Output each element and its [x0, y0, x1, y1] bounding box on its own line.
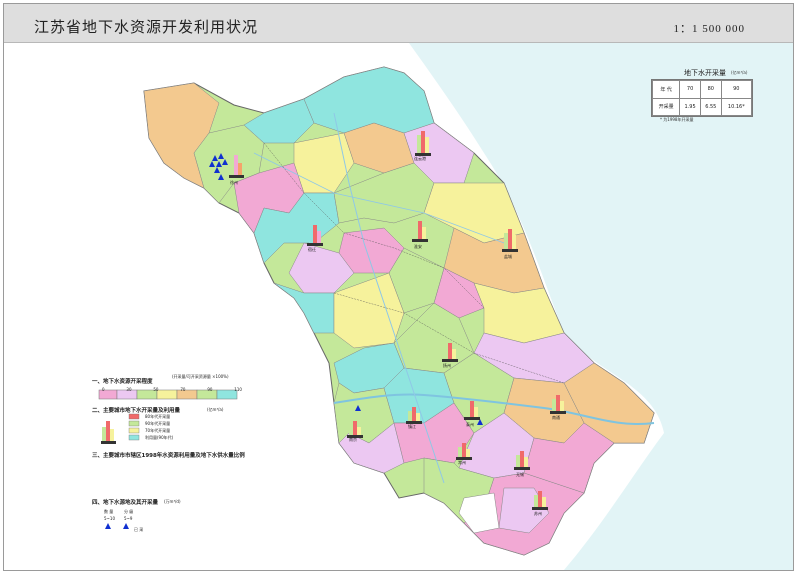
- inset-cell: 70: [679, 80, 701, 99]
- tick: 30: [126, 387, 132, 392]
- city-label: 苏州: [534, 511, 542, 516]
- tick: 50: [153, 387, 159, 392]
- city-label: 南京: [349, 437, 357, 442]
- legend-s2-item: 70年代开采量: [145, 428, 171, 433]
- inset-title: 地下水开采量: [684, 69, 726, 77]
- map-title: 江苏省地下水资源开发利用状况: [34, 18, 259, 36]
- city-label: 镇江: [408, 424, 416, 429]
- inset-note: * 为1998年开采量: [660, 117, 694, 122]
- city-label: 扬州: [443, 363, 451, 368]
- inset-cell: 90: [720, 80, 753, 99]
- city-label: 盐城: [504, 254, 512, 259]
- city-label: 无锡: [516, 472, 524, 477]
- city-label: 徐州: [230, 180, 238, 185]
- legend-s4-col: 分 级: [124, 509, 134, 514]
- inset-cell: 开采量: [651, 97, 681, 116]
- legend-s4-unit: (万m³/d): [164, 499, 181, 504]
- legend-s2-item: 利用量(90年代): [145, 435, 174, 440]
- city-label: 泰州: [466, 422, 474, 427]
- tick: 110: [234, 387, 242, 392]
- city-label: 淮安: [414, 244, 422, 249]
- inset-cell: 10.16*: [720, 97, 753, 116]
- inset-cell: 年 代: [651, 80, 681, 99]
- legend-s1-ticks: 0 30 50 70 90 110: [102, 387, 242, 392]
- legend-s1-title: 一、地下水资源开采程度: [92, 379, 153, 385]
- legend-s2-unit: (亿m³/a): [207, 407, 224, 412]
- inset-cell: 1.95: [679, 97, 701, 116]
- legend-s4-row: 已 采: [134, 527, 144, 532]
- legend-s2-item: 80年代开采量: [145, 414, 171, 419]
- legend-s4-col: 数 量: [104, 509, 114, 514]
- city-label: 常州: [458, 460, 466, 465]
- tick: 0: [102, 387, 105, 392]
- city-label: 南通: [552, 415, 560, 420]
- legend-s4-row: 5~10: [104, 516, 115, 521]
- title-bar: 江苏省地下水资源开发利用状况 1：1 500 000: [4, 4, 793, 43]
- tick: 90: [207, 387, 213, 392]
- city-label: 连云港: [414, 156, 426, 161]
- map-scale: 1：1 500 000: [673, 23, 745, 35]
- inset-unit: (亿m³/a): [731, 70, 748, 75]
- legend-s2-title: 二、主要城市地下水开采量及利用量: [92, 408, 181, 414]
- legend-s4-title: 四、地下水源地及其开采量: [92, 500, 159, 506]
- inset-cell: 80: [699, 80, 722, 99]
- inset-table: 年 代 70 80 90 开采量 1.95 6.55 10.16*: [651, 79, 753, 117]
- legend-s2-item: 90年代开采量: [145, 421, 171, 426]
- inset-cell: 6.55: [699, 97, 722, 116]
- city-label: 宿迁: [308, 247, 316, 252]
- tick: 70: [180, 387, 186, 392]
- legend-s1-sub: (开采量/可开采资源量 ×100%): [172, 374, 229, 379]
- legend-s4-row: 5~9: [124, 516, 133, 521]
- legend-s3-title: 三、主要城市市辖区1998年水资源利用量及地下水供水量比例: [92, 453, 245, 459]
- map-frame: 江苏省地下水资源开发利用状况 1：1 500 000 地下水开采量 (亿m³/a…: [3, 3, 794, 571]
